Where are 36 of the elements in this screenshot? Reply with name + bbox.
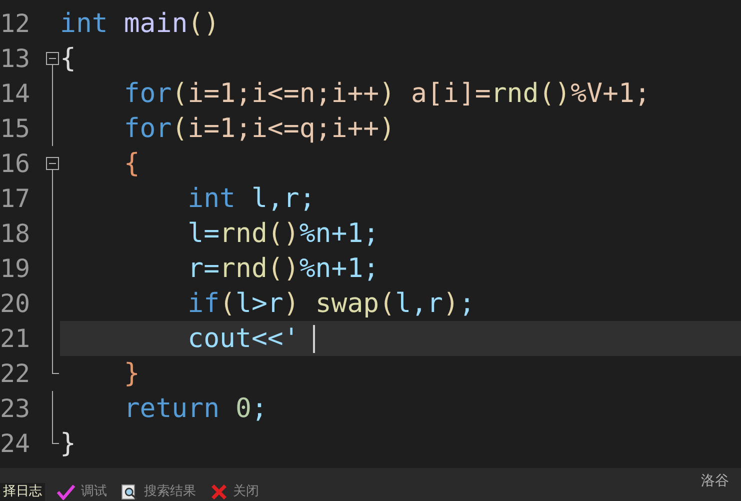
- line-number: 23: [0, 393, 32, 425]
- line-number: 20: [0, 288, 32, 320]
- code-text: r=rnd()%n+1;: [186, 252, 380, 286]
- text-cursor: [313, 324, 316, 352]
- fold-toggle-icon[interactable]: [46, 52, 59, 65]
- line-number: 19: [0, 253, 32, 285]
- line-number: 17: [0, 183, 32, 215]
- code-text: }: [60, 427, 76, 461]
- status-text: 洛谷: [701, 472, 729, 491]
- line-number: 15: [0, 113, 32, 145]
- check-icon: [56, 484, 76, 500]
- close-icon: [210, 484, 228, 500]
- code-text: for(i=1;i<=n;i++) a[i]=rnd()%V+1;: [122, 77, 650, 111]
- code-text: for(i=1;i<=q;i++): [122, 112, 396, 146]
- code-text: cout<<': [186, 322, 300, 356]
- line-number: 13: [0, 43, 32, 75]
- panel-tab[interactable]: 择日志: [0, 483, 45, 501]
- code-text: int main(): [60, 7, 220, 41]
- code-text: {: [122, 147, 140, 181]
- line-number: 21: [0, 323, 32, 355]
- code-text: if(l>r) swap(l,r);: [186, 287, 475, 321]
- fold-toggle-icon[interactable]: [46, 157, 59, 170]
- line-number: 16: [0, 148, 32, 180]
- code-text: {: [60, 42, 76, 76]
- code-text: int l,r;: [186, 182, 316, 216]
- panel-tab[interactable]: 关闭: [207, 483, 262, 501]
- code-text: l=rnd()%n+1;: [186, 217, 380, 251]
- panel-tab[interactable]: 搜索结果: [118, 483, 199, 501]
- line-number: 24: [0, 428, 32, 460]
- panel-tab[interactable]: 调试: [53, 483, 110, 501]
- line-number: 18: [0, 218, 32, 250]
- code-text: return 0;: [122, 392, 268, 426]
- code-text: }: [122, 357, 140, 391]
- line-number: 12: [0, 8, 32, 40]
- line-number: 22: [0, 358, 32, 390]
- line-number: 14: [0, 78, 32, 110]
